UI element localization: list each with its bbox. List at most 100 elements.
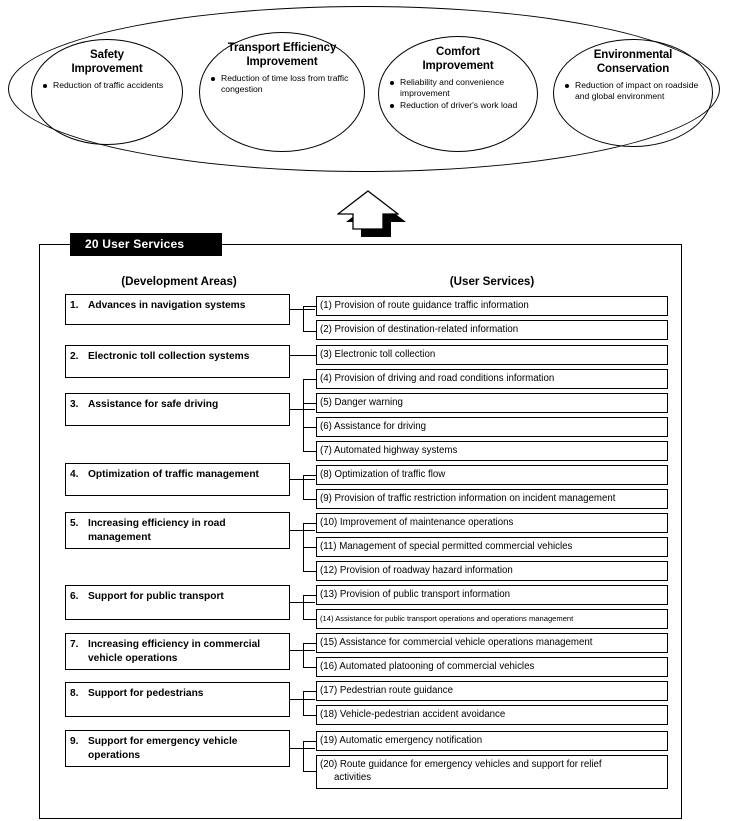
connector-branch-6-2 xyxy=(303,619,316,621)
connector-branch-4-2 xyxy=(303,499,316,501)
goal-title-line1: Environmental xyxy=(593,49,673,61)
connector-branch-9-1 xyxy=(303,741,316,743)
development-area-number: 2. xyxy=(70,351,79,362)
connector-bracket-4 xyxy=(303,475,305,499)
connector-branch-3-3 xyxy=(303,427,316,429)
connector-branch-6-1 xyxy=(303,595,316,597)
goal-title-line1: Safety xyxy=(90,49,124,61)
connector-stub-2 xyxy=(290,355,316,357)
development-area-label: Assistance for safe driving xyxy=(88,399,219,410)
connector-branch-7-2 xyxy=(303,667,316,669)
development-area-box-8[interactable]: 8. Support for pedestrians xyxy=(65,682,290,717)
goal-bullet: Reduction of driver's work load xyxy=(389,100,529,111)
connector-bracket-1 xyxy=(303,306,305,332)
user-service-box-6[interactable]: (6) Assistance for driving xyxy=(316,417,668,437)
connector-branch-9-2 xyxy=(303,771,316,773)
goal-title-line2: Improvement xyxy=(246,55,318,68)
user-service-label: (19) Automatic emergency notification xyxy=(320,735,483,746)
user-service-label: (10) Improvement of maintenance operatio… xyxy=(320,517,514,528)
development-area-box-7[interactable]: 7. Increasing efficiency in commercial ve… xyxy=(65,633,290,670)
connector-bracket-7 xyxy=(303,643,305,667)
user-service-box-13[interactable]: (13) Provision of public transport infor… xyxy=(316,585,668,605)
column-header-user-services: (User Services) xyxy=(449,275,535,288)
user-service-label: (20) Route guidance for emergency vehicl… xyxy=(320,759,602,770)
development-area-number: 8. xyxy=(70,688,79,699)
user-service-box-14[interactable]: (14) Assistance for public transport ope… xyxy=(316,609,668,629)
connector-branch-4-1 xyxy=(303,475,316,477)
development-area-box-9[interactable]: 9. Support for emergency vehicle operatio… xyxy=(65,730,290,767)
user-service-label: (13) Provision of public transport infor… xyxy=(320,589,511,600)
development-area-label-line2: operations xyxy=(88,749,141,761)
user-service-label: (8) Optimization of traffic flow xyxy=(320,469,446,480)
up-arrow xyxy=(337,190,407,238)
development-area-number: 5. xyxy=(70,518,79,529)
connector-bracket-9 xyxy=(303,741,305,772)
connector-branch-3-1 xyxy=(303,379,316,381)
user-service-box-15[interactable]: (15) Assistance for commercial vehicle o… xyxy=(316,633,668,653)
user-service-box-18[interactable]: (18) Vehicle-pedestrian accident avoidan… xyxy=(316,705,668,725)
goal-bullet-list: Reliability and convenience improvement … xyxy=(379,77,537,111)
development-area-box-1[interactable]: 1. Advances in navigation systems xyxy=(65,294,290,325)
user-service-label: (18) Vehicle-pedestrian accident avoidan… xyxy=(320,709,506,720)
connector-branch-5-3 xyxy=(303,571,316,573)
user-service-box-12[interactable]: (12) Provision of roadway hazard informa… xyxy=(316,561,668,581)
goal-title-line1: Transport Efficiency xyxy=(227,42,337,54)
development-area-box-2[interactable]: 2. Electronic toll collection systems xyxy=(65,345,290,378)
user-service-box-3[interactable]: (3) Electronic toll collection xyxy=(316,345,668,365)
user-service-box-2[interactable]: (2) Provision of destination-related inf… xyxy=(316,320,668,340)
goal-ellipse-comfort-improvement: Comfort Improvement Reliability and conv… xyxy=(378,36,538,152)
development-area-label: Support for pedestrians xyxy=(88,688,204,699)
goals-diagram: Safety Improvement Reduction of traffic … xyxy=(0,0,731,180)
column-header-development-areas: (Development Areas) xyxy=(121,275,237,288)
goal-bullet: Reduction of traffic accidents xyxy=(42,80,174,91)
development-area-box-3[interactable]: 3. Assistance for safe driving xyxy=(65,393,290,426)
user-service-box-17[interactable]: (17) Pedestrian route guidance xyxy=(316,681,668,701)
goal-bullet: Reduction of time loss from traffic cong… xyxy=(210,73,356,95)
development-area-number: 9. xyxy=(70,736,79,747)
user-service-box-8[interactable]: (8) Optimization of traffic flow xyxy=(316,465,668,485)
development-area-label: Increasing efficiency in road xyxy=(88,518,226,529)
user-service-label: (11) Management of special permitted com… xyxy=(320,541,573,552)
user-service-box-16[interactable]: (16) Automated platooning of commercial … xyxy=(316,657,668,677)
development-area-label: Advances in navigation systems xyxy=(88,300,246,311)
user-service-box-20[interactable]: (20) Route guidance for emergency vehicl… xyxy=(316,755,668,789)
development-area-box-4[interactable]: 4. Optimization of traffic management xyxy=(65,463,290,496)
user-service-box-4[interactable]: (4) Provision of driving and road condit… xyxy=(316,369,668,389)
connector-branch-7-1 xyxy=(303,643,316,645)
user-service-box-7[interactable]: (7) Automated highway systems xyxy=(316,441,668,461)
panel-tag-label: 20 User Services xyxy=(70,233,222,256)
user-service-box-9[interactable]: (9) Provision of traffic restriction inf… xyxy=(316,489,668,509)
user-service-label: (2) Provision of destination-related inf… xyxy=(320,324,519,335)
user-service-box-11[interactable]: (11) Management of special permitted com… xyxy=(316,537,668,557)
connector-branch-1-1 xyxy=(303,306,316,308)
connector-bracket-8 xyxy=(303,691,305,715)
user-service-label: (14) Assistance for public transport ope… xyxy=(320,614,574,623)
connector-branch-5-1 xyxy=(303,523,316,525)
user-service-label: (3) Electronic toll collection xyxy=(320,349,436,360)
goal-title-line2: Conservation xyxy=(596,62,670,75)
development-area-box-6[interactable]: 6. Support for public transport xyxy=(65,585,290,620)
user-service-label: (17) Pedestrian route guidance xyxy=(320,685,454,696)
development-area-box-5[interactable]: 5. Increasing efficiency in road manageme… xyxy=(65,512,290,549)
user-service-box-10[interactable]: (10) Improvement of maintenance operatio… xyxy=(316,513,668,533)
development-area-label: Support for public transport xyxy=(88,591,224,602)
goal-title: Safety Improvement xyxy=(32,49,182,76)
goal-bullet: Reduction of impact on roadside and glob… xyxy=(564,80,704,102)
goal-bullet-list: Reduction of impact on roadside and glob… xyxy=(554,80,712,102)
user-service-label: (7) Automated highway systems xyxy=(320,445,458,456)
connector-branch-1-2 xyxy=(303,331,316,333)
user-service-box-19[interactable]: (19) Automatic emergency notification xyxy=(316,731,668,751)
user-service-box-5[interactable]: (5) Danger warning xyxy=(316,393,668,413)
connector-branch-5-2 xyxy=(303,547,316,549)
goal-ellipse-safety-improvement: Safety Improvement Reduction of traffic … xyxy=(31,39,183,145)
user-service-box-1[interactable]: (1) Provision of route guidance traffic … xyxy=(316,296,668,316)
goal-title: Transport Efficiency Improvement xyxy=(200,42,364,69)
connector-branch-3-4 xyxy=(303,451,316,453)
user-service-label: (1) Provision of route guidance traffic … xyxy=(320,300,529,311)
user-service-label: (9) Provision of traffic restriction inf… xyxy=(320,493,616,504)
development-area-label-line2: management xyxy=(88,531,151,543)
user-service-label: (16) Automated platooning of commercial … xyxy=(320,661,535,672)
goal-ellipse-transport-efficiency-improvement: Transport Efficiency Improvement Reducti… xyxy=(199,32,365,152)
development-area-number: 4. xyxy=(70,469,79,480)
user-service-label-line2: activities xyxy=(334,771,372,783)
